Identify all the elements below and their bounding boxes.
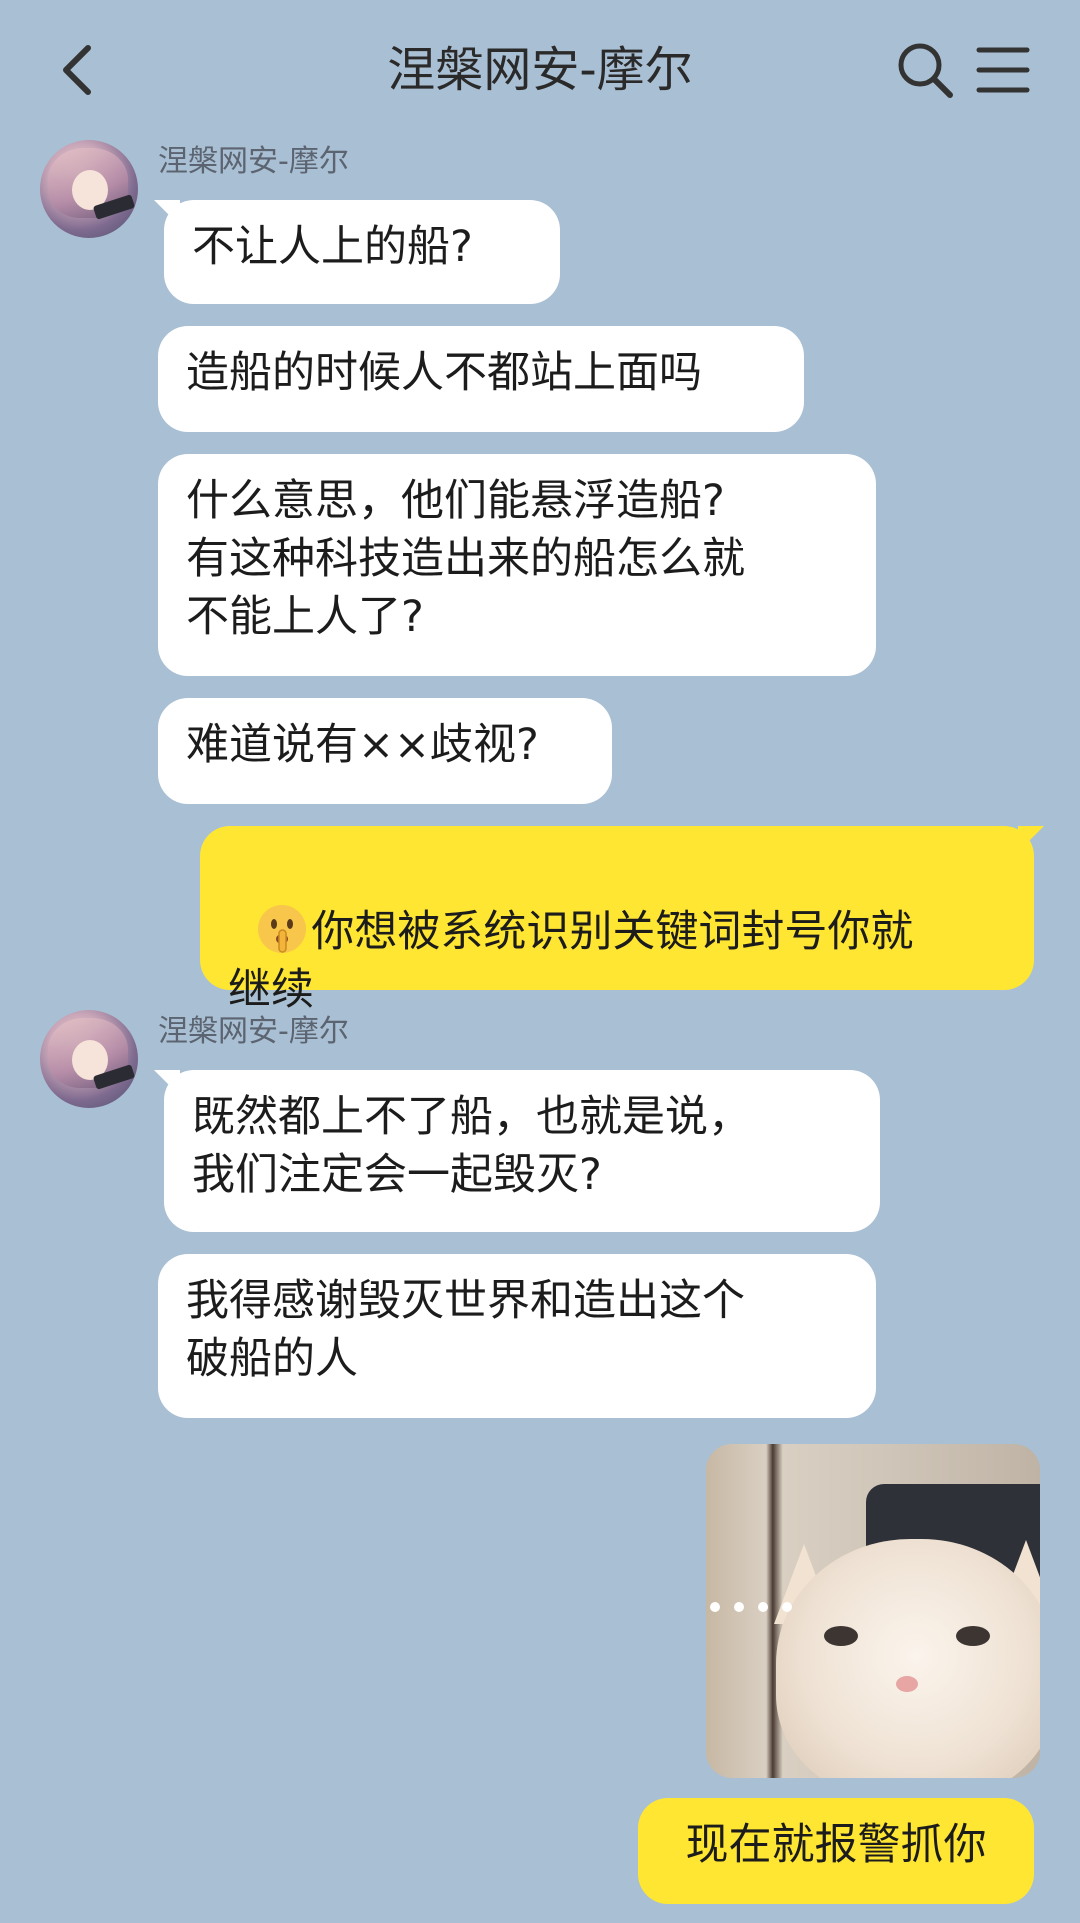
outgoing-message-bubble[interactable]: 你想被系统识别关键词封号你就 继续 (200, 826, 1034, 1015)
contact-avatar[interactable] (40, 1010, 138, 1108)
photo-dot (758, 1602, 768, 1612)
menu-icon (976, 47, 1030, 93)
outgoing-message-bubble[interactable]: 现在就报警抓你 (638, 1798, 1034, 1904)
photo-dot (710, 1602, 720, 1612)
photo-dot (782, 1602, 792, 1612)
menu-button[interactable] (975, 44, 1031, 96)
contact-avatar[interactable] (40, 140, 138, 238)
cat-photo[interactable] (706, 1444, 1040, 1778)
message-bubble[interactable]: 我得感谢毁灭世界和造出这个 破船的人 (158, 1254, 876, 1418)
message-bubble[interactable]: 不让人上的船? (164, 200, 560, 304)
sender-name: 涅槃网安-摩尔 (158, 1014, 349, 1049)
outgoing-message-text: 你想被系统识别关键词封号你就 继续 (228, 907, 914, 1015)
cat-head (776, 1539, 1040, 1778)
photo-dot (734, 1602, 744, 1612)
message-bubble[interactable]: 既然都上不了船，也就是说， 我们注定会一起毁灭? (164, 1070, 880, 1232)
search-icon (898, 43, 953, 98)
search-button[interactable] (895, 40, 955, 100)
shushing-face-emoji-icon (258, 905, 307, 953)
message-bubble[interactable]: 难道说有××歧视? (158, 698, 612, 804)
sender-name: 涅槃网安-摩尔 (158, 144, 349, 179)
cat-eye-left (824, 1626, 858, 1646)
message-bubble[interactable]: 什么意思，他们能悬浮造船? 有这种科技造出来的船怎么就 不能上人了? (158, 454, 876, 676)
message-bubble[interactable]: 造船的时候人不都站上面吗 (158, 326, 804, 432)
chat-header: 涅槃网安-摩尔 (0, 0, 1080, 140)
cat-nose (896, 1676, 918, 1692)
cat-eye-right (956, 1626, 990, 1646)
